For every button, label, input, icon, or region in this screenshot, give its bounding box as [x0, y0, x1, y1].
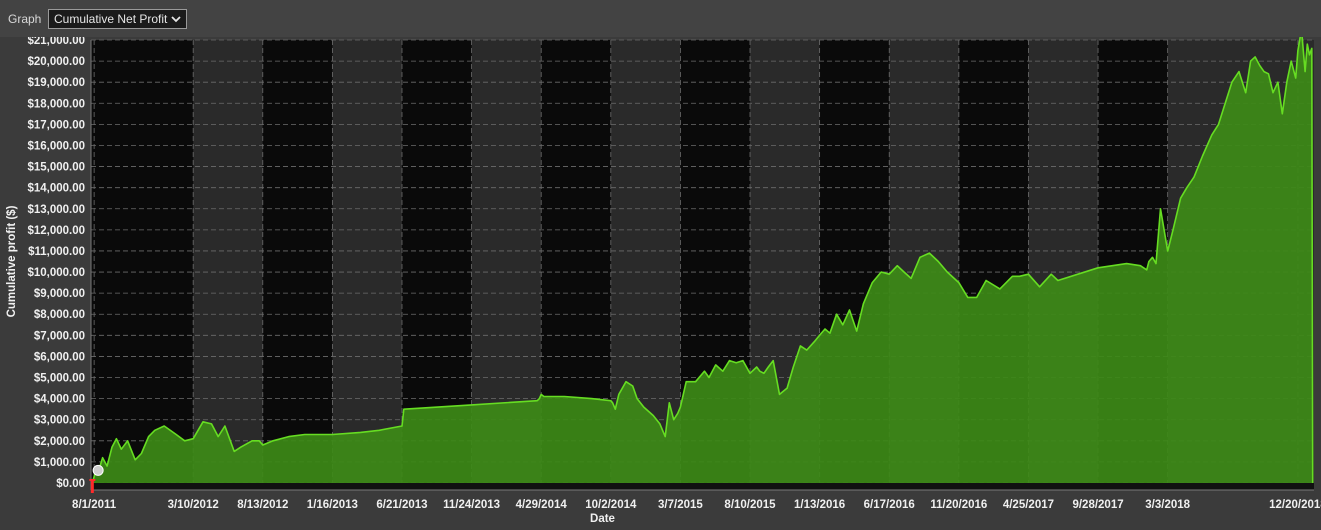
y-tick-label: $0.00 [56, 478, 85, 490]
x-axis-strip [91, 483, 1314, 490]
y-tick-label: $4,000.00 [34, 394, 85, 406]
y-tick-label: $15,000.00 [27, 162, 85, 174]
y-tick-label: $5,000.00 [34, 373, 85, 385]
y-tick-label: $21,000.00 [27, 37, 85, 47]
graph-type-dropdown[interactable]: Cumulative Net Profit [48, 9, 187, 29]
hover-point [92, 464, 104, 476]
x-tick-label: 9/28/2017 [1072, 499, 1123, 511]
y-tick-label: $20,000.00 [27, 56, 85, 68]
y-tick-label: $6,000.00 [34, 351, 85, 363]
y-tick-label: $12,000.00 [27, 225, 85, 237]
x-tick-label: 8/10/2015 [724, 499, 776, 511]
y-tick-label: $2,000.00 [34, 436, 85, 448]
cumulative-profit-chart: $0.00 $1,000.00 $2,000.00 $3,000.00 $4,000.0… [6, 28, 1321, 525]
y-tick-label: $19,000.00 [27, 77, 85, 89]
y-tick-label: $1,000.00 [34, 457, 85, 469]
y-tick-label: $9,000.00 [34, 288, 85, 300]
y-tick-label: $13,000.00 [27, 204, 85, 216]
y-tick-label: $16,000.00 [27, 140, 85, 152]
x-tick-label: 1/16/2013 [307, 499, 358, 511]
y-tick-label: $8,000.00 [34, 309, 85, 321]
graph-label: Graph [8, 12, 42, 26]
x-tick-label: 3/3/2018 [1145, 499, 1190, 511]
x-tick-label: 1/13/2016 [794, 499, 845, 511]
x-tick-label: 11/24/2013 [443, 499, 500, 511]
x-tick-label: 12/20/2018 [1269, 499, 1321, 511]
y-tick-label: $18,000.00 [27, 98, 85, 110]
x-tick-label: 6/21/2013 [376, 499, 427, 511]
y-tick-label: $7,000.00 [34, 330, 85, 342]
chevron-down-icon [171, 16, 181, 23]
y-axis-title: Cumulative profit ($) [6, 205, 18, 317]
x-tick-label: 11/20/2016 [930, 499, 987, 511]
x-tick-label: 3/10/2012 [168, 499, 219, 511]
toolbar: Graph Cumulative Net Profit [0, 0, 1321, 37]
y-tick-label: $14,000.00 [27, 183, 85, 195]
x-tick-label: 3/7/2015 [658, 499, 703, 511]
y-tick-label: $11,000.00 [28, 246, 85, 258]
background-band [91, 40, 194, 483]
x-tick-label: 6/17/2016 [864, 499, 915, 511]
x-axis-title: Date [590, 513, 615, 525]
background-band [262, 40, 333, 483]
graph-type-value: Cumulative Net Profit [54, 12, 168, 26]
x-tick-label: 4/29/2014 [516, 499, 568, 511]
background-band [332, 40, 402, 483]
y-tick-label: $10,000.00 [27, 267, 85, 279]
background-band [193, 40, 263, 483]
x-tick-label: 8/1/2011 [72, 499, 117, 511]
x-tick-label: 10/2/2014 [585, 499, 637, 511]
x-tick-label: 8/13/2012 [237, 499, 288, 511]
y-tick-label: $17,000.00 [27, 119, 85, 131]
x-tick-label: 4/25/2017 [1003, 499, 1054, 511]
chart-area: $0.00 $1,000.00 $2,000.00 $3,000.00 $4,000.0… [0, 28, 1321, 525]
y-tick-label: $3,000.00 [34, 415, 85, 427]
